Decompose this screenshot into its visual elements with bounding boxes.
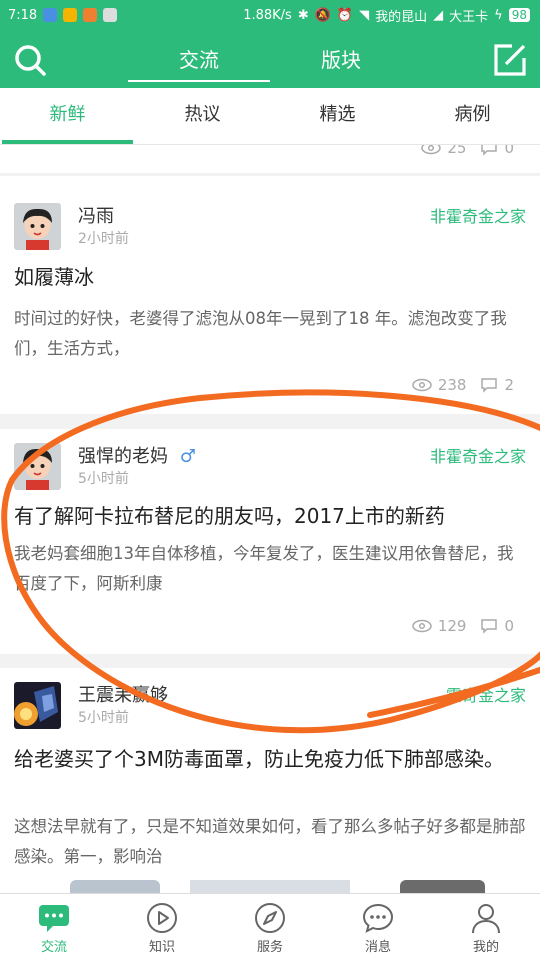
app-notification-icon xyxy=(83,8,98,22)
subtab-fresh[interactable]: 新鲜 xyxy=(0,88,135,144)
nav-profile[interactable]: 我的 xyxy=(432,894,540,961)
carrier-2: 大王卡 xyxy=(449,9,489,25)
eye-icon xyxy=(412,378,432,392)
nav-exchange[interactable]: 交流 xyxy=(0,894,108,961)
nav-services[interactable]: 服务 xyxy=(216,894,324,961)
status-bar: 7:18 1.88K/s ✱ 🔕 ⏰ ◥ 我的昆山 ◢ 大王卡 ϟ 98 xyxy=(0,0,540,30)
comment-icon xyxy=(481,619,498,634)
post-feed[interactable]: 25 0 冯雨 2小时前 非霍奇金之家 如履薄冰 时间过的好快，老婆得了滤泡从0… xyxy=(0,145,540,893)
author-name[interactable]: 王震耒赢够 xyxy=(78,681,168,707)
comment-count: 0 xyxy=(504,145,514,157)
post-card[interactable]: 强悍的老妈 ♂ 5小时前 非霍奇金之家 有了解阿卡拉布替尼的朋友吗，2017上市… xyxy=(0,429,540,654)
nav-label: 我的 xyxy=(472,940,499,955)
battery-level: 98 xyxy=(508,8,530,22)
person-icon xyxy=(472,904,500,934)
nav-label: 服务 xyxy=(256,940,283,955)
mute-icon: 🔕 xyxy=(314,7,331,23)
post-image[interactable] xyxy=(190,880,350,893)
bluetooth-icon: ✱ xyxy=(297,7,309,23)
board-tag[interactable]: 霍奇金之家 xyxy=(446,682,526,706)
app-notification-icon xyxy=(103,8,118,22)
post-title[interactable]: 如履薄冰 xyxy=(14,262,526,292)
avatar[interactable] xyxy=(14,443,61,490)
edit-icon[interactable] xyxy=(492,42,528,78)
subtab-hot[interactable]: 热议 xyxy=(135,88,270,144)
status-time: 7:18 xyxy=(8,7,38,23)
tab-boards[interactable]: 版块 xyxy=(300,44,382,80)
comment-icon xyxy=(481,145,498,156)
post-stats: 129 0 xyxy=(412,617,514,635)
avatar[interactable] xyxy=(14,203,61,250)
subtab-featured[interactable]: 精选 xyxy=(270,88,405,144)
board-tag[interactable]: 非霍奇金之家 xyxy=(430,443,526,467)
comment-count: 0 xyxy=(504,617,514,635)
bottom-nav: 交流 知识 服务 消息 我的 xyxy=(0,893,540,961)
nav-label: 知识 xyxy=(148,940,175,955)
nav-messages[interactable]: 消息 xyxy=(324,894,432,961)
sub-tabs: 新鲜 热议 精选 病例 xyxy=(0,88,540,145)
compass-icon xyxy=(255,903,285,933)
board-tag[interactable]: 非霍奇金之家 xyxy=(430,203,526,227)
post-time: 5小时前 xyxy=(78,710,129,726)
view-count: 129 xyxy=(437,617,467,635)
post-time: 2小时前 xyxy=(78,231,129,247)
post-card[interactable]: 冯雨 2小时前 非霍奇金之家 如履薄冰 时间过的好快，老婆得了滤泡从08年一晃到… xyxy=(0,176,540,414)
eye-icon xyxy=(412,619,432,633)
search-icon[interactable] xyxy=(12,42,48,78)
post-stats: 25 0 xyxy=(421,145,514,157)
app-notification-icon xyxy=(63,8,78,22)
post-card-partial[interactable]: 25 0 xyxy=(0,145,540,173)
signal-icon: ◢ xyxy=(433,7,444,23)
post-image[interactable] xyxy=(70,880,160,893)
chat-bubble-icon xyxy=(39,905,69,932)
alarm-icon: ⏰ xyxy=(336,7,354,23)
nav-label: 消息 xyxy=(364,940,391,955)
nav-label: 交流 xyxy=(40,940,67,955)
subtab-cases[interactable]: 病例 xyxy=(405,88,540,144)
comment-icon xyxy=(481,378,498,393)
post-excerpt[interactable]: 这想法早就有了，只是不知道效果如何，看了那么多帖子好多都是肺部感染。第一，影响治 xyxy=(14,812,526,872)
post-time: 5小时前 xyxy=(78,471,129,487)
post-excerpt[interactable]: 时间过的好快，老婆得了滤泡从08年一晃到了18 年。滤泡改变了我们，生活方式， xyxy=(14,304,526,364)
charging-icon: ϟ xyxy=(494,7,503,23)
carrier-1: 我的昆山 xyxy=(375,9,428,25)
wifi-icon: ◥ xyxy=(359,7,370,23)
post-stats: 238 2 xyxy=(412,376,514,394)
author-name[interactable]: 强悍的老妈 ♂ xyxy=(78,442,196,468)
post-title[interactable]: 有了解阿卡拉布替尼的朋友吗，2017上市的新药 xyxy=(14,501,526,531)
view-count: 25 xyxy=(447,145,467,157)
network-speed: 1.88K/s xyxy=(243,7,292,23)
play-circle-icon xyxy=(147,903,177,933)
eye-icon xyxy=(421,145,442,155)
tab-exchange[interactable]: 交流 xyxy=(128,44,270,82)
male-icon: ♂ xyxy=(179,446,196,467)
comment-count: 2 xyxy=(504,376,514,394)
author-name[interactable]: 冯雨 xyxy=(78,202,114,228)
message-icon xyxy=(362,903,394,933)
post-image[interactable] xyxy=(400,880,485,893)
post-card[interactable]: 王震耒赢够 5小时前 霍奇金之家 给老婆买了个3M防毒面罩，防止免疫力低下肺部感… xyxy=(0,668,540,893)
avatar[interactable] xyxy=(14,682,61,729)
nav-knowledge[interactable]: 知识 xyxy=(108,894,216,961)
app-notification-icon xyxy=(43,8,58,22)
post-title[interactable]: 给老婆买了个3M防毒面罩，防止免疫力低下肺部感染。 xyxy=(14,744,526,774)
author-name-text: 强悍的老妈 xyxy=(78,446,168,467)
view-count: 238 xyxy=(437,376,467,394)
app-header: 交流 版块 xyxy=(0,30,540,88)
post-excerpt[interactable]: 我老妈套细胞13年自体移植，今年复发了，医生建议用依鲁替尼，我百度了下，阿斯利康 xyxy=(14,539,526,599)
